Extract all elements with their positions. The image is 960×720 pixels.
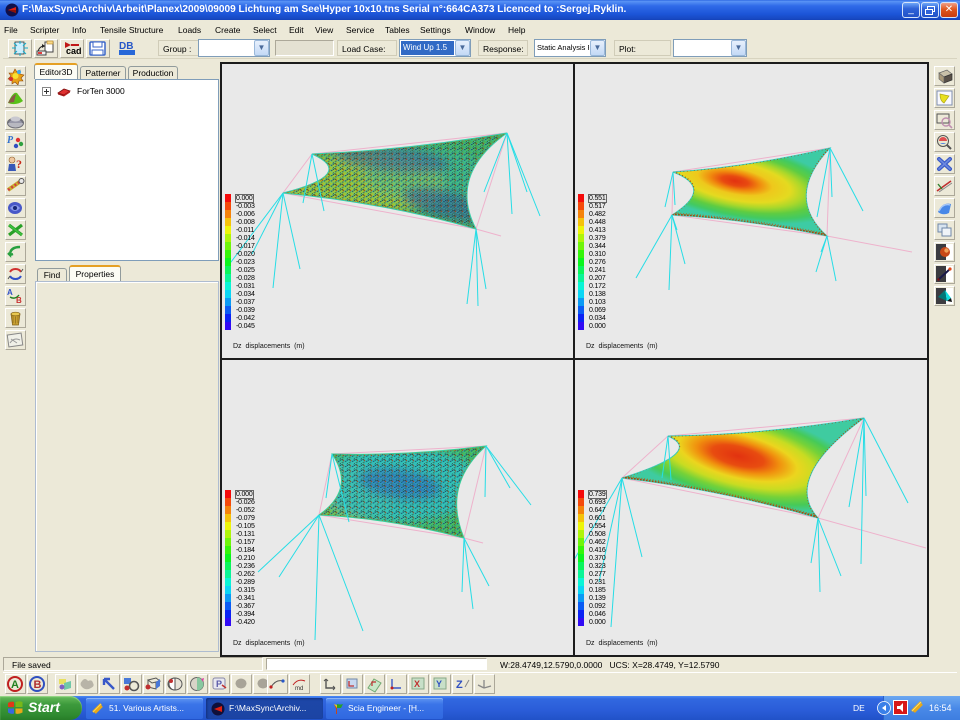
svg-text:A: A — [7, 288, 13, 297]
svg-text:X: X — [414, 679, 420, 689]
svg-text:Y: Y — [436, 679, 442, 689]
svg-text:md: md — [295, 686, 303, 692]
svg-text:cad: cad — [66, 46, 82, 56]
svg-text:P: P — [7, 135, 14, 146]
svg-text:?: ? — [16, 157, 22, 171]
svg-text:Z: Z — [456, 679, 463, 691]
svg-text:A: A — [11, 679, 19, 691]
svg-text:P: P — [216, 679, 222, 689]
svg-text:B: B — [34, 679, 42, 691]
